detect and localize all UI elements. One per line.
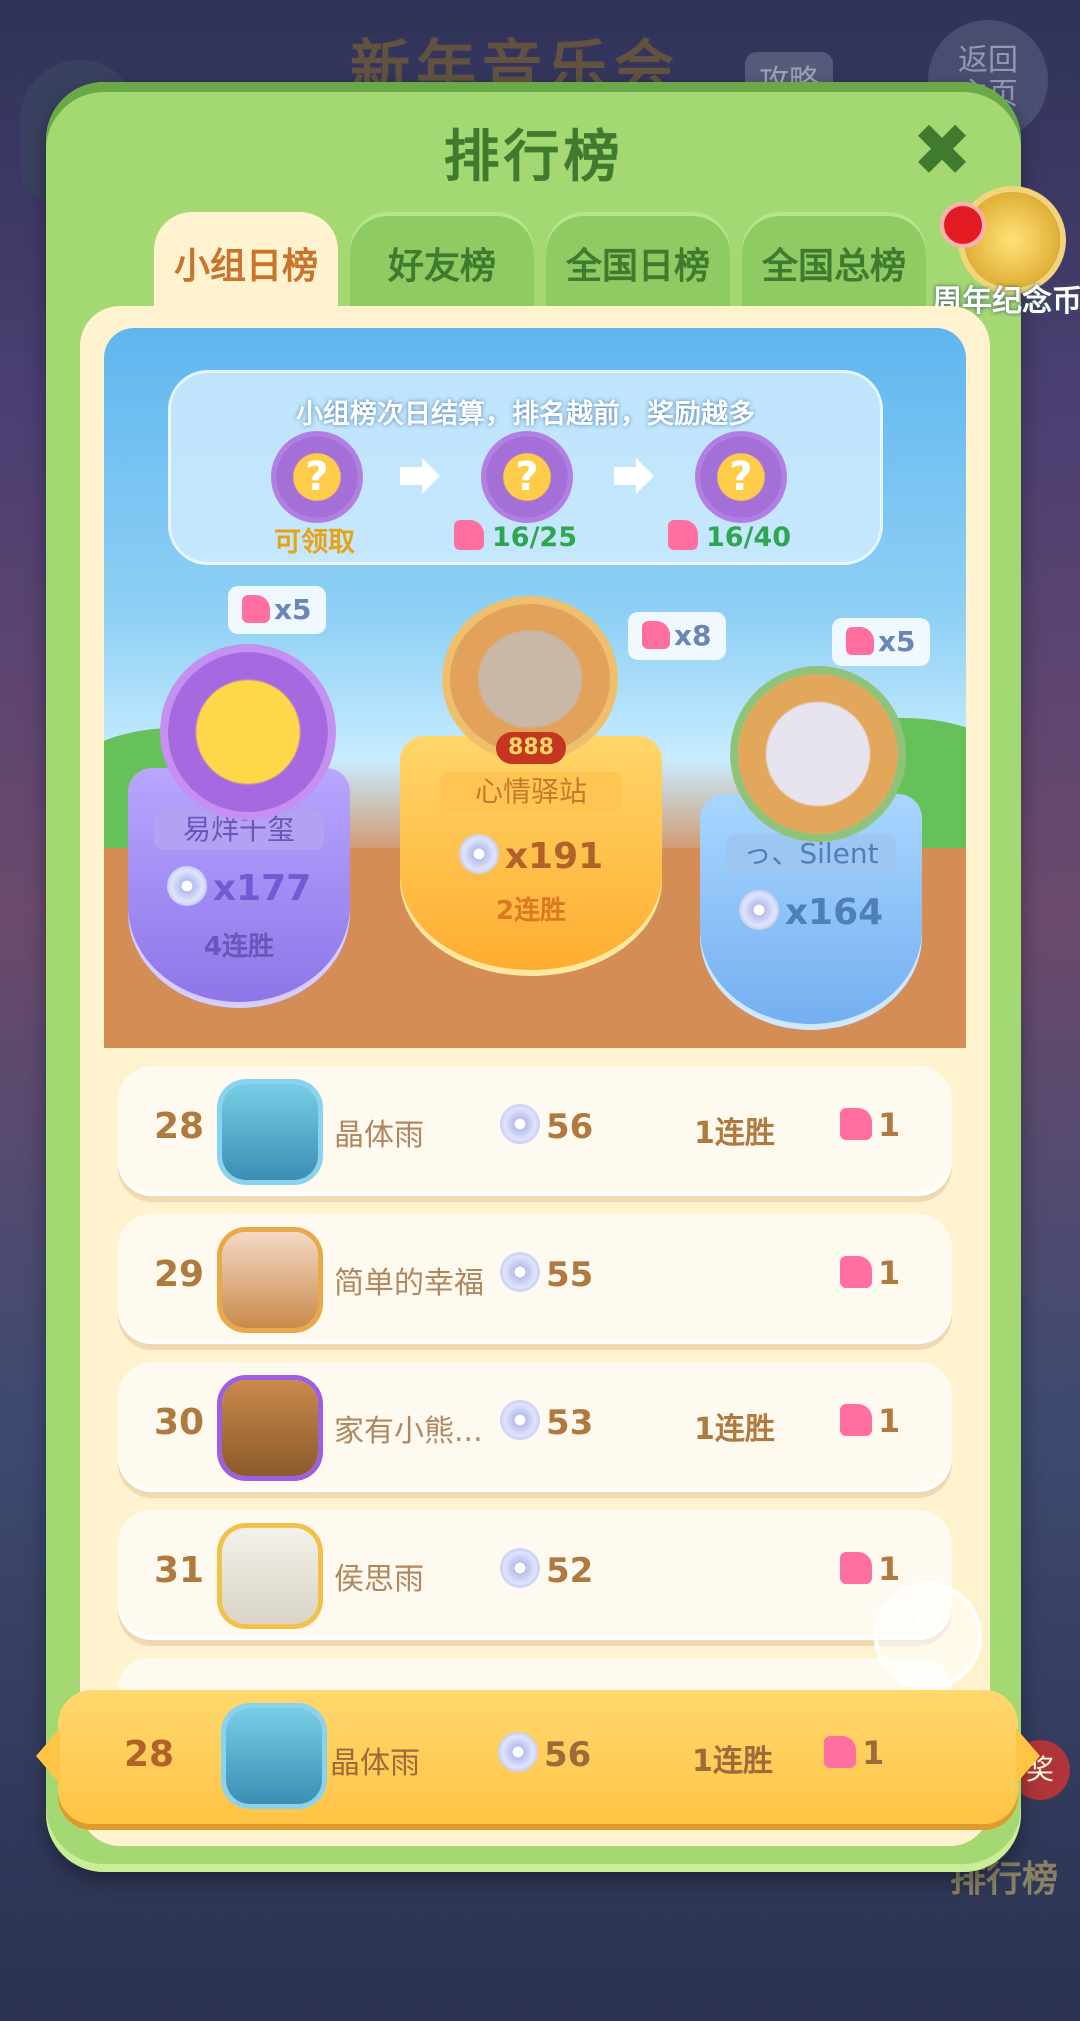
piece-count: 1 (840, 1550, 900, 1588)
puzzle-piece-icon (668, 520, 698, 550)
player-score: 55 (500, 1252, 593, 1295)
reward-progress: 16/40 (668, 520, 791, 553)
cd-icon (500, 1252, 540, 1292)
cd-icon (500, 1548, 540, 1588)
cd-icon (458, 834, 499, 874)
piece-bubble: x5 (832, 618, 930, 666)
table-row[interactable]: 28 晶体雨 56 1连胜 1 (118, 1066, 952, 1196)
player-score: x177 (128, 866, 350, 909)
coin-icon (964, 192, 1060, 288)
player-name: 家有小熊... (334, 1414, 483, 1449)
win-streak: 1连胜 (694, 1116, 775, 1151)
player-score: 53 (500, 1400, 593, 1443)
reward-notice: 小组榜次日结算，排名越前，奖励越多 ? ? ? 可领取 16/25 16/40 (168, 370, 883, 565)
win-streak: 4连胜 (203, 932, 275, 962)
puzzle-piece-icon (840, 1404, 872, 1436)
avatar[interactable] (222, 1380, 318, 1476)
close-icon[interactable]: ✖ (906, 114, 978, 186)
player-score: 56 (498, 1732, 591, 1775)
notification-dot (944, 206, 982, 244)
puzzle-piece-icon (642, 621, 670, 649)
piece-bubble: x5 (228, 586, 326, 634)
cd-icon (738, 890, 779, 930)
rank-number: 28 (153, 1106, 205, 1147)
puzzle-piece-icon (454, 520, 484, 550)
table-row[interactable]: 31 侯思雨 52 1 (118, 1510, 952, 1640)
panel-title: 排行榜 (443, 125, 624, 190)
piece-count: 1 (840, 1402, 900, 1440)
player-name: 易烊千玺 (154, 810, 324, 850)
arrow-right-icon (614, 458, 654, 494)
player-name: っ、Silent (726, 834, 896, 874)
player-name: 简单的幸福 (334, 1266, 484, 1301)
puzzle-piece-icon (242, 595, 270, 623)
piece-count: 1 (840, 1106, 900, 1144)
tab-national-daily[interactable]: 全国日榜 (546, 212, 730, 316)
puzzle-piece-icon (840, 1108, 872, 1140)
reward-chest-icon[interactable]: ? (276, 436, 358, 518)
cd-icon (500, 1400, 540, 1440)
player-score: x164 (700, 890, 922, 933)
player-score: 52 (500, 1548, 593, 1591)
avatar[interactable] (222, 1232, 318, 1328)
tab-national-total[interactable]: 全国总榜 (742, 212, 926, 316)
piece-count: 1 (824, 1734, 884, 1772)
puzzle-piece-icon (840, 1552, 872, 1584)
player-name: 侯思雨 (334, 1562, 424, 1597)
puzzle-piece-icon (824, 1736, 856, 1768)
puzzle-piece-icon (846, 627, 874, 655)
my-rank-row[interactable]: 28 晶体雨 56 1连胜 1 (36, 1690, 1040, 1824)
rank-number: 31 (153, 1550, 205, 1591)
player-name: 晶体雨 (334, 1118, 424, 1153)
anniversary-coin-button[interactable]: 周年纪念币 (932, 192, 1080, 322)
claimable-label[interactable]: 可领取 (274, 520, 355, 559)
player-score: 56 (500, 1104, 593, 1147)
reward-chest-icon[interactable]: ? (700, 436, 782, 518)
avatar[interactable] (738, 674, 898, 834)
player-name: 心情驿站 (440, 772, 622, 812)
piece-count: 1 (840, 1254, 900, 1292)
avatar[interactable] (222, 1084, 318, 1180)
arrow-right-icon (400, 458, 440, 494)
reward-progress: 16/25 (454, 520, 577, 553)
vip-frame-label: 888 (496, 732, 566, 764)
rank-number: 30 (153, 1402, 205, 1443)
piece-bubble: x8 (628, 612, 726, 660)
notice-text: 小组榜次日结算，排名越前，奖励越多 (296, 399, 755, 430)
tab-friends[interactable]: 好友榜 (350, 212, 534, 316)
rank-number: 29 (153, 1254, 205, 1295)
player-score: x191 (400, 834, 662, 877)
leaderboard-content: 小组榜次日结算，排名越前，奖励越多 ? ? ? 可领取 16/25 16/40 … (80, 306, 990, 1846)
puzzle-piece-icon (840, 1256, 872, 1288)
table-row[interactable]: 30 家有小熊... 53 1连胜 1 (118, 1362, 952, 1492)
table-row[interactable]: 29 简单的幸福 55 1 (118, 1214, 952, 1344)
win-streak: 2连胜 (495, 896, 567, 926)
podium-scene: 小组榜次日结算，排名越前，奖励越多 ? ? ? 可领取 16/25 16/40 … (104, 328, 966, 1048)
cd-icon (500, 1104, 540, 1144)
rank-number: 28 (124, 1734, 175, 1775)
win-streak: 1连胜 (694, 1412, 775, 1447)
avatar[interactable] (222, 1528, 318, 1624)
cd-icon (498, 1732, 538, 1772)
cd-icon (166, 866, 207, 906)
avatar[interactable] (226, 1708, 322, 1804)
player-name: 晶体雨 (330, 1746, 420, 1781)
reward-chest-icon[interactable]: ? (486, 436, 568, 518)
scroll-to-top-button[interactable]: ⌃ (874, 1582, 982, 1690)
win-streak: 1连胜 (692, 1744, 773, 1779)
avatar[interactable] (168, 652, 328, 812)
